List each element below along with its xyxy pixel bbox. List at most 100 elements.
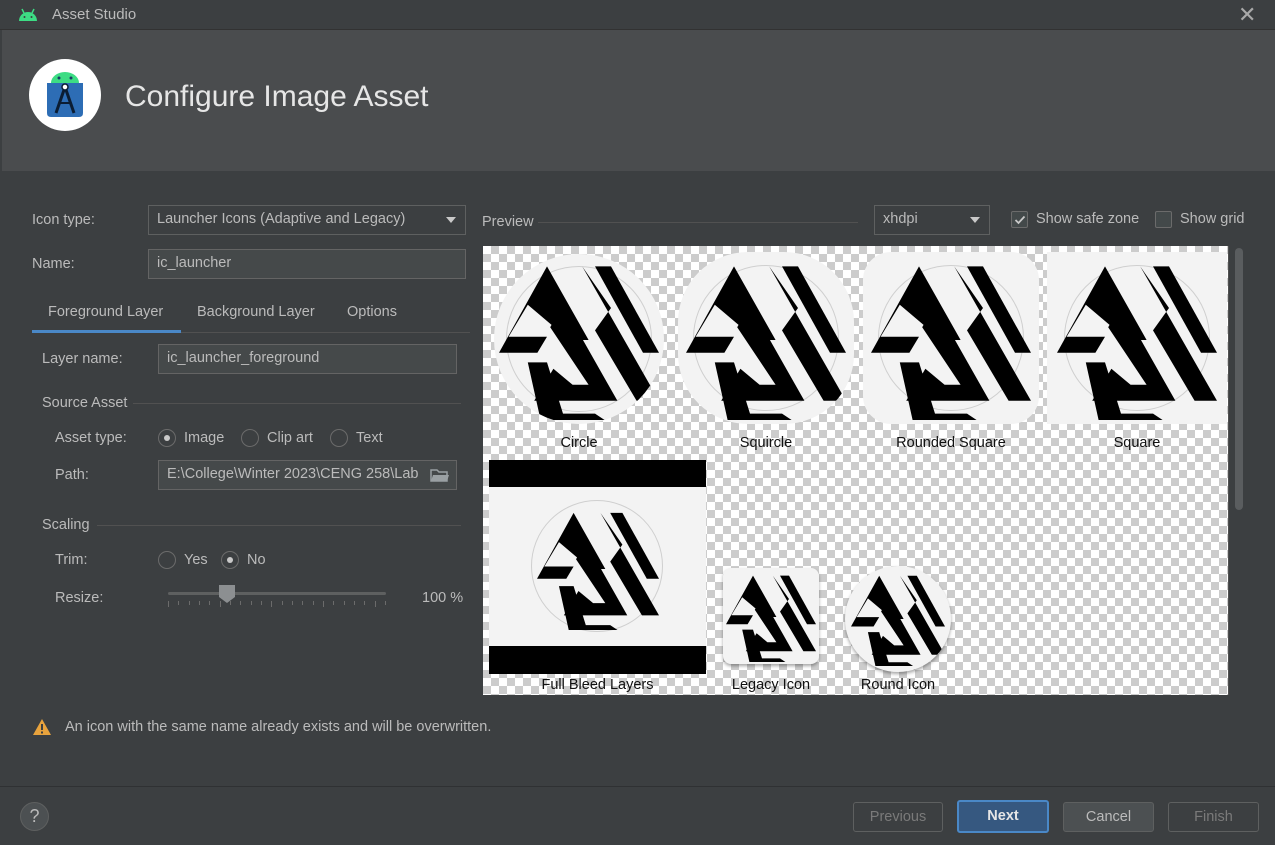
android-icon — [19, 8, 37, 21]
preview-canvas: Circle Squircle Rounded Square Square Fu… — [483, 246, 1228, 695]
resize-label: Resize: — [55, 590, 104, 606]
tab-foreground-layer[interactable]: Foreground Layer — [48, 304, 163, 320]
title-bar: Asset Studio ✕ — [0, 0, 1275, 30]
valknut-icon — [846, 572, 950, 666]
resize-value: 100 % — [422, 590, 464, 606]
layer-name-value: ic_launcher_foreground — [167, 350, 320, 366]
slider-tick — [189, 601, 190, 605]
asset-type-clipart-label: Clip art — [267, 430, 313, 446]
asset-type-label: Asset type: — [55, 430, 127, 446]
preview-square — [1047, 252, 1227, 424]
slider-tick — [385, 601, 386, 605]
chevron-down-icon — [446, 217, 456, 223]
slider-tick — [302, 601, 303, 605]
tab-selected-indicator — [32, 330, 181, 333]
name-input[interactable]: ic_launcher — [148, 249, 466, 279]
density-value: xhdpi — [883, 211, 918, 227]
valknut-icon — [678, 260, 854, 420]
slider-tick — [292, 601, 293, 605]
scrollbar-thumb[interactable] — [1235, 248, 1243, 510]
scaling-heading: Scaling — [42, 517, 90, 533]
trim-no-radio[interactable] — [221, 551, 239, 569]
valknut-icon — [537, 502, 659, 636]
cancel-button[interactable]: Cancel — [1063, 802, 1154, 832]
layer-name-label: Layer name: — [42, 351, 123, 367]
path-label: Path: — [55, 467, 89, 483]
slider-tick — [168, 601, 169, 607]
preview-legacy-icon-label: Legacy Icon — [731, 677, 811, 693]
tab-background-layer[interactable]: Background Layer — [197, 304, 315, 320]
preview-squircle-label: Squircle — [739, 435, 793, 451]
preview-circle — [494, 254, 664, 424]
slider-tick — [251, 601, 252, 605]
icon-type-label: Icon type: — [32, 212, 95, 228]
show-grid-checkbox[interactable] — [1155, 211, 1172, 228]
warning-message: An icon with the same name already exist… — [65, 719, 492, 735]
slider-tick — [375, 601, 376, 607]
show-grid-label: Show grid — [1180, 211, 1245, 227]
preview-round-icon — [845, 566, 951, 672]
slider-tick — [323, 601, 324, 607]
help-button[interactable]: ? — [20, 802, 49, 831]
header-banner: Configure Image Asset — [2, 30, 1275, 171]
checkmark-icon — [1014, 215, 1026, 225]
preview-circle-label: Circle — [560, 435, 598, 451]
slider-tick — [364, 601, 365, 605]
android-studio-logo-icon — [29, 59, 101, 131]
asset-type-clipart-radio[interactable] — [241, 429, 259, 447]
finish-button[interactable]: Finish — [1168, 802, 1259, 832]
show-safe-zone-checkbox[interactable] — [1011, 211, 1028, 228]
tab-options[interactable]: Options — [347, 304, 397, 320]
preview-scrollbar[interactable] — [1228, 246, 1246, 695]
valknut-icon — [1047, 260, 1227, 420]
section-divider — [133, 403, 461, 404]
slider-tick — [282, 601, 283, 605]
preview-rounded-square — [863, 252, 1039, 424]
slider-tick — [313, 601, 314, 605]
name-value: ic_launcher — [157, 255, 232, 271]
asset-type-text-label: Text — [356, 430, 383, 446]
slider-tick — [240, 601, 241, 605]
warning-icon — [33, 719, 51, 735]
asset-type-image-radio[interactable] — [158, 429, 176, 447]
trim-no-label: No — [247, 552, 266, 568]
asset-type-text-radio[interactable] — [330, 429, 348, 447]
section-divider — [538, 222, 858, 223]
slider-tick — [344, 601, 345, 605]
path-value: E:\College\Winter 2023\CENG 258\Lab — [167, 466, 419, 482]
name-label: Name: — [32, 256, 75, 272]
close-icon[interactable]: ✕ — [1238, 2, 1256, 28]
footer-divider — [0, 786, 1275, 787]
icon-type-dropdown[interactable]: Launcher Icons (Adaptive and Legacy) — [148, 205, 466, 235]
asset-type-image-label: Image — [184, 430, 225, 446]
slider-tick — [354, 601, 355, 605]
preview-full-bleed-label: Full Bleed Layers — [541, 677, 654, 693]
source-asset-heading: Source Asset — [42, 395, 128, 411]
valknut-icon — [863, 260, 1039, 420]
previous-button[interactable]: Previous — [853, 802, 943, 832]
next-button[interactable]: Next — [957, 800, 1049, 833]
page-title: Configure Image Asset — [125, 80, 429, 113]
slider-tick — [178, 601, 179, 605]
show-safe-zone-label: Show safe zone — [1036, 211, 1140, 227]
resize-slider[interactable] — [168, 583, 386, 609]
trim-yes-radio[interactable] — [158, 551, 176, 569]
path-input[interactable]: E:\College\Winter 2023\CENG 258\Lab — [158, 460, 457, 490]
preview-squircle — [678, 252, 854, 424]
trim-yes-label: Yes — [184, 552, 208, 568]
slider-thumb[interactable] — [218, 584, 236, 604]
trim-label: Trim: — [55, 552, 88, 568]
preview-rounded-square-label: Rounded Square — [896, 435, 1006, 451]
slider-tick — [333, 601, 334, 605]
slider-tick — [199, 601, 200, 605]
density-dropdown[interactable]: xhdpi — [874, 205, 990, 235]
preview-full-bleed — [489, 460, 706, 674]
layer-name-input[interactable]: ic_launcher_foreground — [158, 344, 457, 374]
icon-type-value: Launcher Icons (Adaptive and Legacy) — [157, 211, 406, 227]
valknut-icon — [496, 260, 662, 420]
preview-label: Preview — [482, 214, 534, 230]
slider-tick — [261, 601, 262, 605]
folder-icon[interactable] — [430, 467, 450, 483]
valknut-icon — [723, 572, 819, 662]
chevron-down-icon — [970, 217, 980, 223]
